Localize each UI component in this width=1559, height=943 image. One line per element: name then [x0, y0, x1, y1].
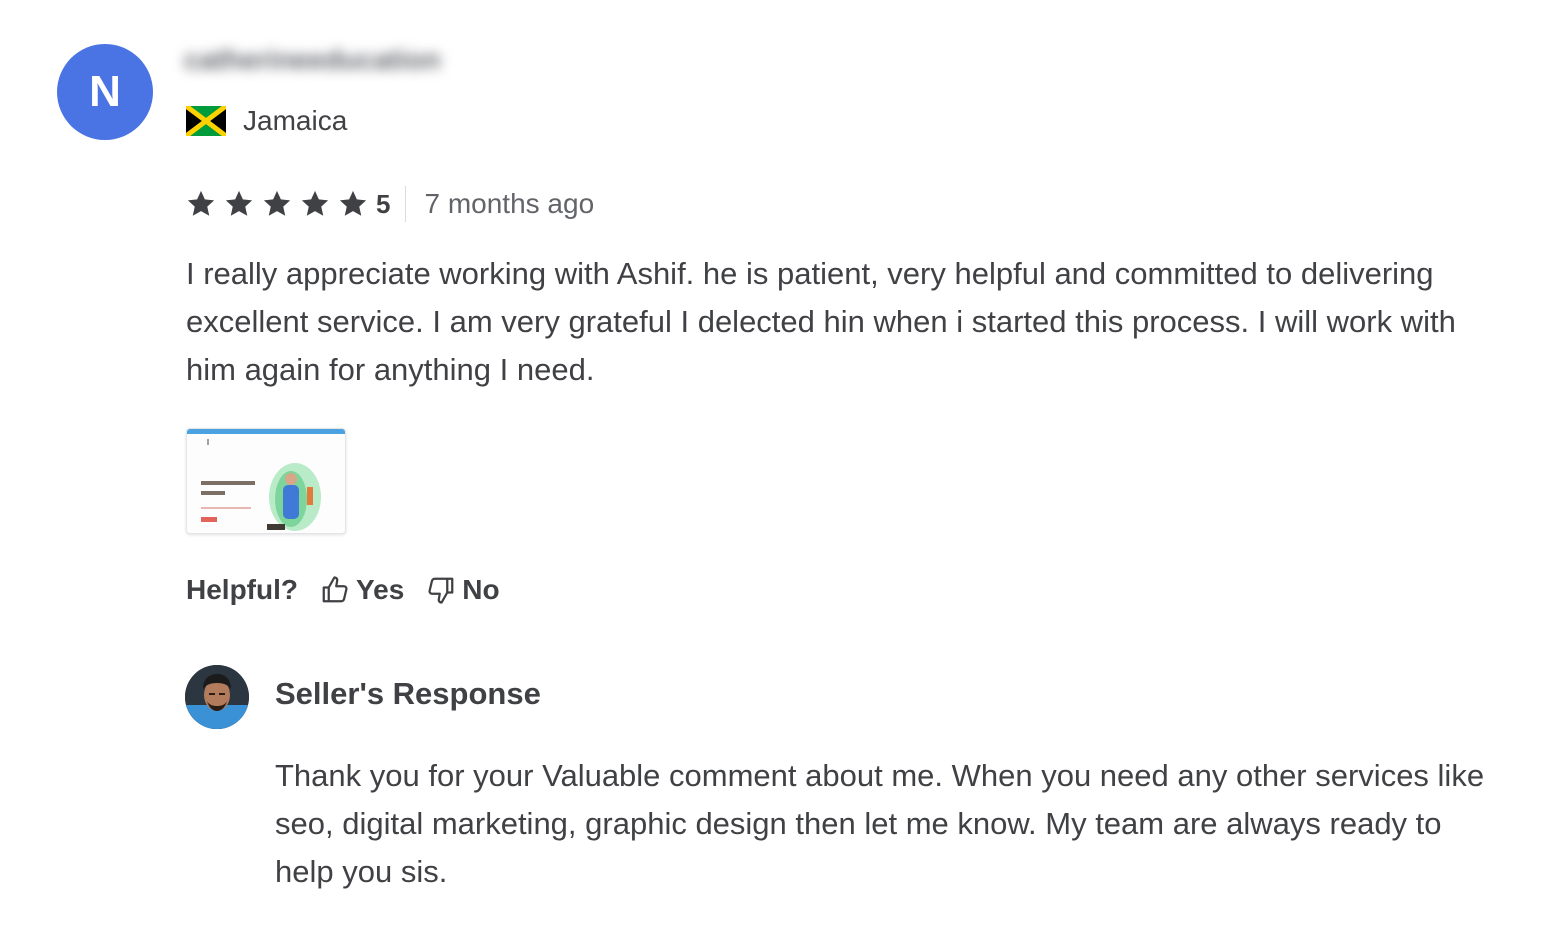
- review-text: I really appreciate working with Ashif. …: [186, 256, 1456, 387]
- helpful-row: Helpful? Yes No: [186, 570, 522, 610]
- star-icon: [225, 190, 253, 216]
- star-icon: [263, 190, 291, 216]
- thumbs-up-icon: [322, 576, 348, 603]
- star-rating: [186, 189, 376, 219]
- reviewer-country: Jamaica: [186, 104, 347, 138]
- country-name: Jamaica: [243, 105, 348, 136]
- helpful-yes-button[interactable]: Yes: [320, 574, 404, 606]
- jamaica-flag-icon: [186, 106, 226, 136]
- rating-row: 5 7 months ago: [186, 184, 594, 224]
- helpful-no-button[interactable]: No: [426, 574, 500, 606]
- review-card: N catherineeducation Jamaica 5 7 months …: [0, 0, 1559, 943]
- thumbs-down-icon: [428, 577, 454, 604]
- divider: [405, 186, 407, 222]
- seller-response-text: Thank you for your Valuable comment abou…: [275, 758, 1485, 889]
- reviewer-username[interactable]: catherineeducation: [184, 44, 452, 78]
- review-timestamp: 7 months ago: [424, 188, 595, 219]
- helpful-yes-label: Yes: [356, 574, 405, 605]
- star-icon: [339, 190, 367, 216]
- star-icon: [187, 190, 215, 216]
- rating-value: 5: [376, 188, 391, 219]
- helpful-no-label: No: [462, 574, 500, 605]
- review-attachment-thumbnail[interactable]: [186, 428, 346, 534]
- image-thumbnail-icon: [187, 429, 345, 533]
- seller-response-title: Seller's Response: [275, 676, 541, 711]
- reviewer-avatar[interactable]: N: [57, 44, 153, 140]
- seller-avatar[interactable]: [185, 665, 249, 729]
- seller-photo: [185, 665, 249, 729]
- avatar-initial: N: [89, 67, 121, 116]
- star-icon: [301, 190, 329, 216]
- helpful-label: Helpful?: [186, 574, 298, 605]
